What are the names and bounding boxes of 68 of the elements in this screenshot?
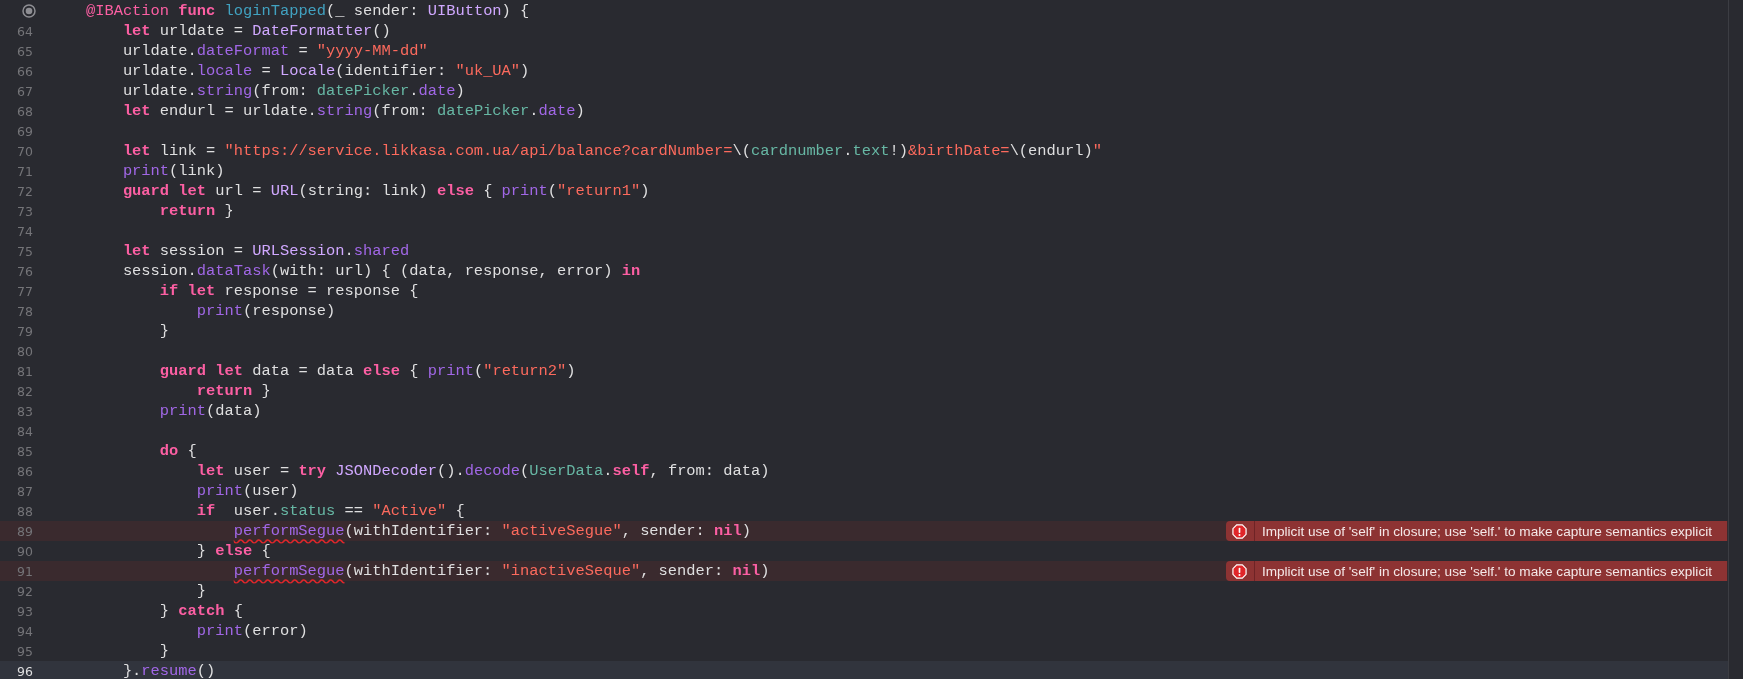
line-number: 70 — [17, 143, 33, 159]
line-number: 76 — [17, 263, 33, 279]
code-line: } — [158, 641, 170, 661]
line-number: 89 — [17, 523, 33, 539]
line-number: 78 — [17, 303, 33, 319]
line-number: 64 — [17, 23, 33, 39]
code-line: }.resume() — [121, 661, 216, 679]
error-message: Implicit use of 'self' in closure; use 'self.' to make capture semantics explicit — [1260, 563, 1713, 579]
code-line: print(response) — [195, 301, 336, 321]
code-line: let endurl = urldate.string(from: datePicker.date) — [121, 101, 585, 121]
line-number: 91 — [17, 563, 33, 579]
code-line: urldate.string(from: datePicker.date) — [121, 81, 465, 101]
code-line: if let response = response { — [158, 281, 419, 301]
code-line: print(data) — [158, 401, 262, 421]
code-line: let urldate = DateFormatter() — [121, 21, 391, 41]
code-line: performSegue(withIdentifier: "activeSegue", sender: nil) — [232, 521, 751, 541]
code-line: urldate.dateFormat = "yyyy-MM-dd" — [121, 41, 428, 61]
line-number: 67 — [17, 83, 33, 99]
line-number: 92 — [17, 583, 33, 599]
line-number: 95 — [17, 643, 33, 659]
line-number: 72 — [17, 183, 33, 199]
line-number: 73 — [17, 203, 33, 219]
error-icon — [1231, 563, 1247, 579]
line-number: 79 — [17, 323, 33, 339]
code-line: print(error) — [195, 621, 308, 641]
code-line: @IBAction func loginTapped(_ sender: UIButton) { — [84, 1, 530, 21]
line-number: 84 — [17, 423, 33, 439]
line-number: 90 — [17, 543, 33, 559]
code-line: print(link) — [121, 161, 225, 181]
error-message: Implicit use of 'self' in closure; use 'self.' to make capture semantics explicit — [1260, 523, 1713, 539]
circle-dot-icon[interactable] — [22, 4, 36, 18]
line-number: 66 — [17, 63, 33, 79]
line-number: 83 — [17, 403, 33, 419]
line-number: 75 — [17, 243, 33, 259]
code-line: guard let url = URL(string: link) else { print("return1") — [121, 181, 650, 201]
code-line: urldate.locale = Locale(identifier: "uk_UA") — [121, 61, 530, 81]
line-number: 77 — [17, 283, 33, 299]
line-number: 88 — [17, 503, 33, 519]
error-icon — [1231, 523, 1247, 539]
code-line: let link = "https://service.likkasa.com.ua/api/balance?cardNumber=\(cardnumber.text!)&birthDate=\(endurl)" — [121, 141, 1102, 161]
code-line: print(user) — [195, 481, 299, 501]
line-number: 65 — [17, 43, 33, 59]
line-number: 71 — [17, 163, 33, 179]
line-number: 82 — [17, 383, 33, 399]
code-line: } else { — [195, 541, 271, 561]
line-number: 81 — [17, 363, 33, 379]
line-number: 69 — [17, 123, 33, 139]
code-line: return } — [158, 201, 234, 221]
code-line: performSegue(withIdentifier: "inactiveSeque", sender: nil) — [232, 561, 770, 581]
code-line: } — [195, 581, 206, 601]
code-line: do { — [158, 441, 197, 461]
code-line: if user.status == "Active" { — [195, 501, 465, 521]
code-line: let user = try JSONDecoder().decode(UserData.self, from: data) — [195, 461, 770, 481]
code-line: let session = URLSession.shared — [121, 241, 410, 261]
line-number: 85 — [17, 443, 33, 459]
line-number: 68 — [17, 103, 33, 119]
line-number: 96 — [17, 663, 33, 679]
line-number: 94 — [17, 623, 33, 639]
line-number: 74 — [17, 223, 33, 239]
code-line: guard let data = data else { print("return2") — [158, 361, 576, 381]
line-number: 93 — [17, 603, 33, 619]
code-line: session.dataTask(with: url) { (data, response, error) in — [121, 261, 641, 281]
code-line: return } — [195, 381, 271, 401]
code-line: } — [158, 321, 170, 341]
line-number: 80 — [17, 343, 33, 359]
code-line: } catch { — [158, 601, 243, 621]
line-number: 86 — [17, 463, 33, 479]
line-number: 87 — [17, 483, 33, 499]
